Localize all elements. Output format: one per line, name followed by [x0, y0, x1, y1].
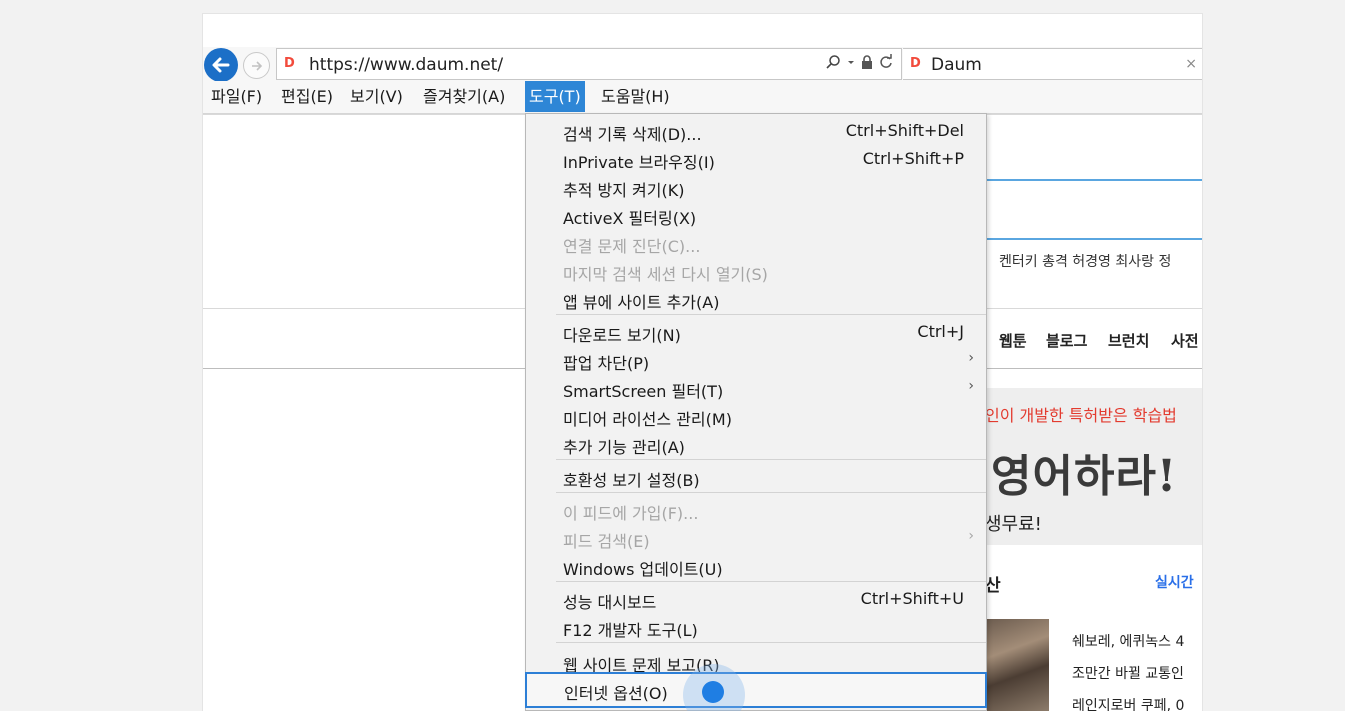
section-title: 산: [985, 576, 1001, 596]
menu-item-label: 마지막 검색 세션 다시 열기(S): [563, 265, 768, 284]
menu-view[interactable]: 보기(V): [346, 81, 407, 112]
menu-bar: 파일(F) 편집(E) 보기(V) 즐겨찾기(A) 도구(T) 도움말(H): [203, 81, 1202, 114]
shortcut-text: Ctrl+Shift+Del: [845, 121, 964, 140]
news-item[interactable]: 레인지로버 쿠페, 0: [1072, 695, 1184, 711]
chevron-right-icon: ›: [968, 378, 974, 394]
search-box-border: [985, 238, 1202, 240]
ad-banner[interactable]: 인이 개발한 특허받은 학습법 영어하라! 생무료!: [985, 388, 1202, 545]
menu-item-subscribe-feed: 이 피드에 가입(F)...: [526, 497, 986, 525]
menu-favorites[interactable]: 즐겨찾기(A): [419, 81, 509, 112]
shortcut-text: Ctrl+J: [917, 322, 964, 341]
nav-webtoon[interactable]: 웹툰: [999, 330, 1027, 351]
lock-icon[interactable]: [861, 54, 873, 70]
menu-item-add-site-to-apps[interactable]: 앱 뷰에 사이트 추가(A): [526, 286, 986, 314]
tab-title: Daum: [931, 55, 982, 75]
menu-separator: [556, 459, 986, 460]
realtime-link[interactable]: 실시간: [1155, 572, 1194, 592]
search-box-border: [985, 179, 1202, 181]
menu-edit[interactable]: 편집(E): [277, 81, 337, 112]
forward-button[interactable]: [243, 52, 270, 79]
menu-item-label: 이 피드에 가입(F)...: [563, 504, 699, 523]
menu-item-activex-filtering[interactable]: ActiveX 필터링(X): [526, 202, 986, 230]
menu-item-media-licenses[interactable]: 미디어 라이선스 관리(M): [526, 403, 986, 431]
arrow-right-icon: [251, 60, 262, 71]
search-icon[interactable]: [825, 54, 841, 70]
news-thumbnail[interactable]: [983, 619, 1049, 711]
tab-daum[interactable]: D Daum ×: [903, 48, 1202, 80]
arrow-left-icon: [212, 57, 230, 73]
address-row: D https://www.daum.net/ D Daum ×: [203, 47, 1202, 82]
menu-item-label: InPrivate 브라우징(I): [563, 153, 715, 172]
nav-blog[interactable]: 블로그: [1046, 330, 1087, 351]
menu-item-reopen-session: 마지막 검색 세션 다시 열기(S): [526, 258, 986, 286]
menu-separator: [556, 492, 986, 493]
daum-favicon-icon: D: [910, 56, 921, 71]
menu-item-label: 앱 뷰에 사이트 추가(A): [563, 293, 720, 312]
menu-item-view-downloads[interactable]: 다운로드 보기(N) Ctrl+J: [526, 319, 986, 347]
dropdown-icon[interactable]: [847, 54, 855, 70]
tools-dropdown-menu: 검색 기록 삭제(D)... Ctrl+Shift+Del InPrivate …: [525, 113, 987, 711]
menu-item-label: 미디어 라이선스 관리(M): [563, 410, 732, 429]
menu-tools[interactable]: 도구(T): [525, 81, 585, 112]
address-bar[interactable]: D https://www.daum.net/: [276, 48, 902, 80]
close-icon[interactable]: ×: [1185, 56, 1197, 72]
menu-item-feed-discovery: 피드 검색(E) ›: [526, 525, 986, 553]
menu-item-windows-update[interactable]: Windows 업데이트(U): [526, 553, 986, 581]
news-item[interactable]: 쉐보레, 에퀴녹스 4: [1072, 631, 1184, 651]
shortcut-text: Ctrl+Shift+P: [862, 149, 964, 168]
menu-item-label: SmartScreen 필터(T): [563, 382, 724, 401]
nav-dictionary[interactable]: 사전: [1171, 330, 1199, 351]
menu-separator: [556, 581, 986, 582]
shortcut-text: Ctrl+Shift+U: [860, 589, 964, 608]
daum-favicon-icon: D: [284, 56, 295, 71]
menu-item-label: F12 개발자 도구(L): [563, 621, 698, 640]
menu-separator: [556, 642, 986, 643]
menu-item-performance-dashboard[interactable]: 성능 대시보드 Ctrl+Shift+U: [526, 586, 986, 614]
ad-big-text: 영어하라!: [991, 451, 1178, 502]
menu-item-label: 연결 문제 진단(C)...: [563, 237, 701, 256]
cursor-dot-icon: [702, 681, 724, 703]
back-button[interactable]: [204, 48, 238, 82]
menu-item-label: ActiveX 필터링(X): [563, 209, 697, 228]
menu-item-label: 피드 검색(E): [563, 532, 650, 551]
ad-headline: 인이 개발한 특허받은 학습법: [985, 406, 1177, 425]
menu-item-delete-history[interactable]: 검색 기록 삭제(D)... Ctrl+Shift+Del: [526, 118, 986, 146]
ad-subtext: 생무료!: [985, 514, 1042, 535]
browser-window: D https://www.daum.net/ D Daum × 파일(F) 편…: [203, 14, 1202, 711]
menu-item-label: 팝업 차단(P): [563, 354, 650, 373]
menu-item-manage-addons[interactable]: 추가 기능 관리(A): [526, 431, 986, 459]
menu-separator: [556, 314, 986, 315]
menu-item-label: 성능 대시보드: [563, 593, 657, 612]
menu-item-label: Windows 업데이트(U): [563, 560, 723, 579]
menu-item-popup-blocker[interactable]: 팝업 차단(P) ›: [526, 347, 986, 375]
menu-item-label: 호환성 보기 설정(B): [563, 471, 700, 490]
menu-item-inprivate[interactable]: InPrivate 브라우징(I) Ctrl+Shift+P: [526, 146, 986, 174]
menu-item-label: 추가 기능 관리(A): [563, 438, 685, 457]
menu-item-smartscreen[interactable]: SmartScreen 필터(T) ›: [526, 375, 986, 403]
menu-item-label: 인터넷 옵션(O): [564, 684, 668, 703]
chevron-right-icon: ›: [968, 528, 974, 544]
menu-item-label: 검색 기록 삭제(D)...: [563, 125, 702, 144]
menu-item-tracking-protection[interactable]: 추적 방지 켜기(K): [526, 174, 986, 202]
issue-keywords[interactable]: 켄터키 총격 허경영 최사랑 정: [999, 251, 1171, 271]
refresh-icon[interactable]: [879, 54, 893, 70]
menu-file[interactable]: 파일(F): [207, 81, 266, 112]
chevron-right-icon: ›: [968, 350, 974, 366]
nav-brunch[interactable]: 브런치: [1108, 330, 1149, 351]
menu-item-diagnose-connection: 연결 문제 진단(C)...: [526, 230, 986, 258]
news-item[interactable]: 조만간 바뀔 교통인: [1072, 663, 1184, 683]
menu-item-compatibility-view[interactable]: 호환성 보기 설정(B): [526, 464, 986, 492]
menu-item-label: 추적 방지 켜기(K): [563, 181, 685, 200]
url-text[interactable]: https://www.daum.net/: [309, 55, 503, 75]
menu-item-f12-devtools[interactable]: F12 개발자 도구(L): [526, 614, 986, 642]
address-tools: [825, 54, 893, 70]
menu-item-internet-options[interactable]: 인터넷 옵션(O): [525, 664, 987, 711]
menu-item-label: 다운로드 보기(N): [563, 326, 681, 345]
menu-help[interactable]: 도움말(H): [597, 81, 674, 112]
